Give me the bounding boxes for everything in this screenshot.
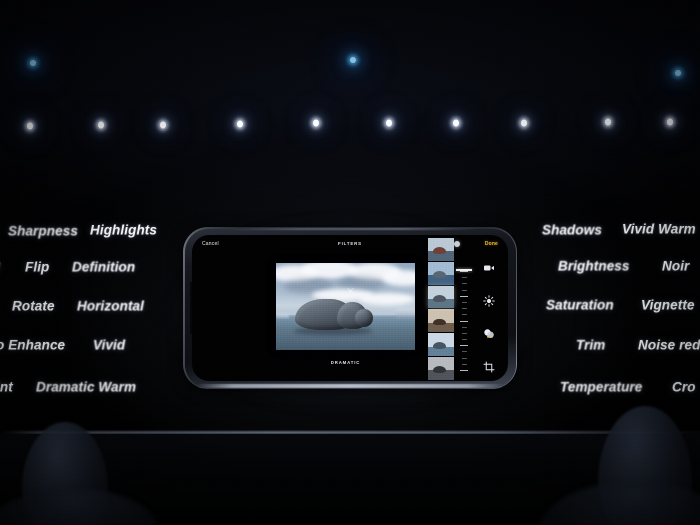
filter-thumbnail[interactable]: [428, 238, 454, 261]
device-bottom-highlight: [196, 383, 504, 388]
slider-tick: [460, 295, 468, 297]
ceiling-light-white-6: [453, 119, 459, 127]
photo-cloud: [381, 269, 415, 286]
slide-word-right-5: Vignette: [641, 297, 695, 313]
thumb-rock: [432, 342, 447, 350]
edit-tool-rail[interactable]: [479, 261, 499, 373]
slider-tick: [461, 326, 467, 328]
slider-tick: [461, 289, 467, 291]
slide-word-right-3: Noir: [662, 258, 690, 274]
slide-word-left-6: Horizontal: [77, 298, 144, 314]
filters-overlap-icon[interactable]: [483, 327, 496, 340]
slide-word-right-4: Saturation: [546, 297, 614, 313]
photo-bird: [346, 288, 354, 294]
ceiling-light-white-1: [98, 121, 104, 129]
crop-rotate-icon[interactable]: [483, 360, 496, 373]
active-filter-label: DRAMATIC: [330, 360, 361, 365]
brightness-adjust-icon[interactable]: [483, 294, 496, 307]
slide-word-left-8: Vivid: [93, 337, 126, 353]
slider-tick: [461, 351, 467, 353]
thumb-rock: [432, 366, 447, 374]
slide-word-left-10: Dramatic Warm: [36, 379, 137, 395]
slide-word-right-7: Noise redu: [638, 337, 700, 353]
ceiling-light-white-8: [605, 118, 611, 126]
iphone-device: Cancel FILTERS Done DRAMATIC: [167, 217, 533, 405]
filter-thumbnail[interactable]: [428, 285, 454, 309]
photo-cloud: [359, 292, 415, 305]
slider-tick: [461, 314, 467, 316]
slider-tick: [460, 320, 468, 322]
slider-tick: [461, 332, 467, 334]
slide-word-right-6: Trim: [576, 337, 606, 353]
slide-word-left-7: o Enhance: [0, 337, 66, 353]
photo-cloud: [337, 276, 385, 290]
device-screen: Cancel FILTERS Done DRAMATIC: [192, 235, 508, 381]
ceiling-light-white-9: [667, 118, 673, 126]
slider-tick: [461, 301, 467, 303]
photo-distant-shore-left: [276, 312, 289, 318]
ceiling-light-white-4: [313, 119, 319, 127]
slide-word-right-2: Brightness: [558, 258, 630, 274]
device-top-highlight: [223, 228, 477, 230]
slide-word-left-1: Highlights: [90, 222, 157, 238]
slide-word-right-0: Shadows: [542, 222, 602, 238]
filter-thumbnail-strip[interactable]: [428, 238, 454, 381]
slide-word-right-1: Vivid Warm: [622, 221, 696, 237]
filter-thumbnail[interactable]: [428, 357, 454, 380]
photo-distant-shore-right: [395, 308, 415, 319]
editor-title: FILTERS: [338, 241, 362, 246]
editor-top-bar: Cancel FILTERS Done: [192, 235, 508, 252]
filter-thumbnail[interactable]: [428, 333, 454, 357]
done-button[interactable]: Done: [485, 241, 498, 247]
slider-tick: [461, 283, 467, 285]
thumb-rock: [432, 318, 447, 326]
slide-word-left-4: Definition: [72, 259, 136, 275]
slide-word-left-0: Sharpness: [8, 223, 78, 239]
ceiling-light-blue-1: [350, 57, 356, 63]
thumb-rock: [432, 270, 447, 278]
ceiling-light-blue-2: [675, 70, 681, 76]
ceiling-light-blue-0: [30, 60, 36, 66]
slider-tick: [460, 345, 468, 347]
slide-word-right-8: Temperature: [560, 379, 643, 395]
slider-tick: [461, 308, 467, 310]
filter-thumbnail[interactable]: [428, 309, 454, 333]
video-camera-icon[interactable]: [483, 261, 496, 274]
ceiling-light-white-0: [27, 122, 33, 130]
slide-word-left-5: Rotate: [12, 298, 55, 314]
thumb-rock: [432, 247, 447, 254]
photo-preview[interactable]: [276, 263, 415, 350]
slider-tick: [461, 357, 467, 359]
photo-rock-small: [355, 309, 374, 327]
slider-tick: [461, 363, 467, 365]
slider-tick: [460, 271, 468, 272]
intensity-slider-knob[interactable]: [456, 269, 472, 271]
intensity-slider[interactable]: [460, 271, 468, 371]
ceiling-light-white-2: [160, 121, 166, 129]
slide-word-left-9: int: [0, 379, 13, 395]
ceiling-light-white-5: [386, 119, 392, 127]
slide-word-left-3: Flip: [25, 259, 50, 275]
ceiling-light-white-7: [521, 119, 527, 127]
thumb-rock: [432, 294, 447, 302]
keynote-stage-photo: SharpnessHighlightslFlipDefinitionRotate…: [0, 0, 700, 525]
filter-thumbnail[interactable]: [428, 261, 454, 285]
ceiling-light-white-3: [237, 120, 243, 128]
slider-tick: [461, 339, 467, 341]
slider-tick: [460, 370, 468, 371]
slider-tick: [461, 277, 467, 279]
slide-word-right-9: Cro: [672, 379, 696, 395]
